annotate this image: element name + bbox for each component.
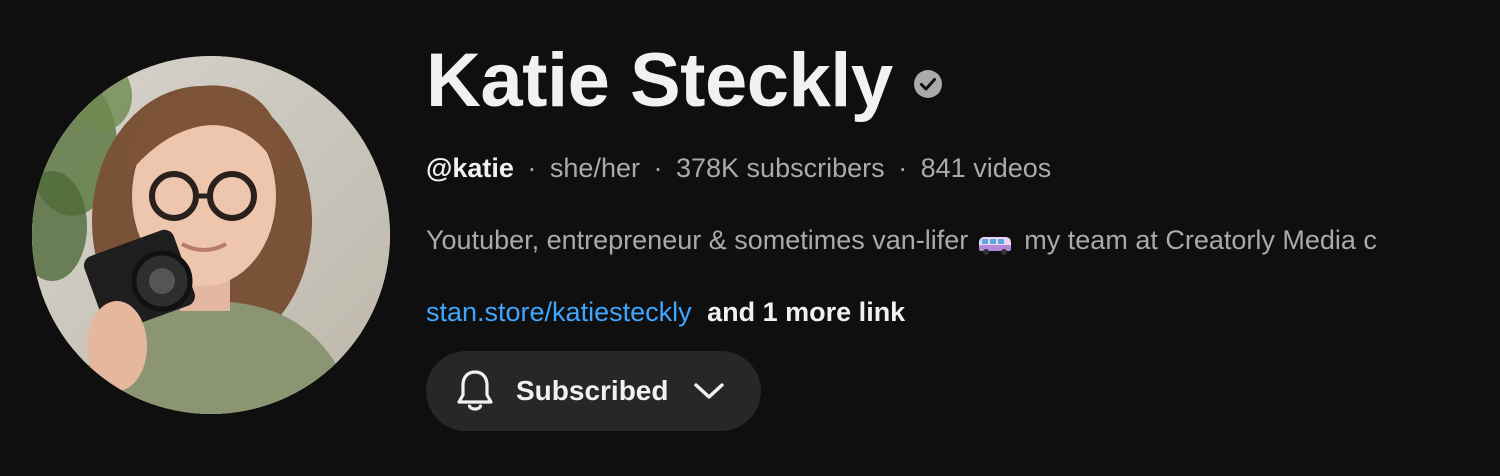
channel-description[interactable]: Youtuber, entrepreneur & sometimes van-l… (426, 220, 1500, 260)
channel-links: stan.store/katiesteckly and 1 more link (426, 292, 1500, 332)
channel-pronouns: she/her (549, 153, 640, 183)
channel-header: Katie Steckly @katie · she/her · 378K su… (0, 0, 1500, 476)
chevron-down-icon (694, 383, 725, 399)
channel-name-row: Katie Steckly (426, 30, 1500, 130)
verified-badge-icon (913, 69, 943, 99)
description-text-start: Youtuber, entrepreneur & sometimes van-l… (426, 225, 969, 255)
subscriber-count: 378K subscribers (676, 153, 885, 183)
minibus-icon (978, 228, 1012, 255)
separator: · (898, 153, 908, 183)
description-text-end: my team at Creatorly Media c (1024, 225, 1377, 255)
external-link[interactable]: stan.store/katiesteckly (426, 297, 692, 327)
channel-name: Katie Steckly (426, 37, 893, 123)
bell-icon (457, 370, 493, 411)
channel-handle: @katie (426, 153, 514, 183)
avatar-photo (32, 56, 390, 414)
channel-info: Katie Steckly @katie · she/her · 378K su… (426, 30, 1500, 332)
video-count: 841 videos (920, 153, 1052, 183)
channel-avatar[interactable] (32, 56, 390, 414)
separator: · (653, 153, 663, 183)
subscribed-button[interactable]: Subscribed (426, 351, 761, 431)
channel-meta: @katie · she/her · 378K subscribers · 84… (426, 148, 1500, 188)
separator: · (527, 153, 537, 183)
subscribed-label: Subscribed (516, 375, 669, 406)
more-links-button[interactable]: and 1 more link (707, 297, 905, 327)
